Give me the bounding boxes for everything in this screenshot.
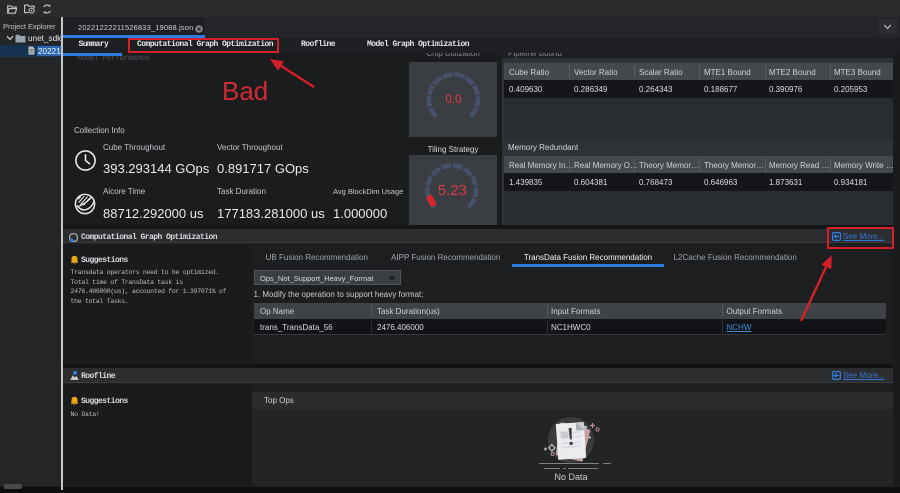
svg-text:5.23: 5.23 bbox=[438, 182, 467, 199]
svg-text:0.0: 0.0 bbox=[445, 94, 461, 106]
